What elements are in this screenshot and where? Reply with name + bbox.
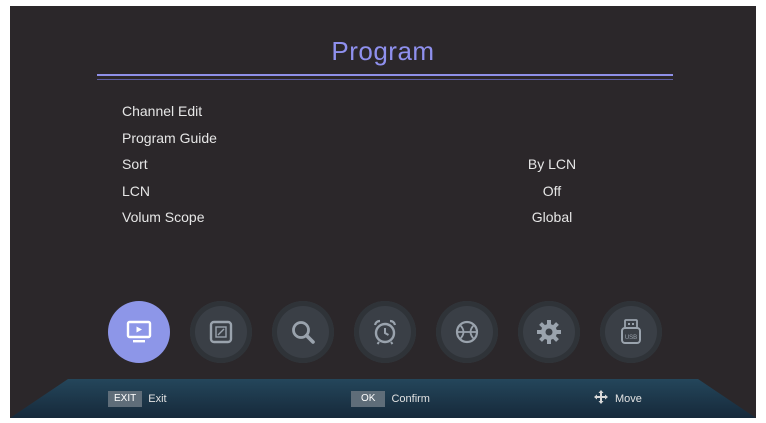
usb-icon-label: USB: [625, 335, 637, 341]
title-divider-secondary: [97, 79, 673, 80]
menu-item-label: Sort: [122, 156, 148, 172]
ok-key[interactable]: OK: [351, 391, 386, 407]
program-menu: Channel Edit Program Guide Sort By LCN L…: [122, 98, 662, 231]
move-arrows-icon: [593, 389, 609, 410]
menu-item-lcn[interactable]: LCN Off: [122, 178, 662, 205]
picture-icon[interactable]: [190, 301, 252, 363]
menu-item-volum-scope[interactable]: Volum Scope Global: [122, 204, 662, 231]
page-title: Program: [331, 36, 435, 66]
menu-item-label: Volum Scope: [122, 209, 205, 225]
footer-move-hint[interactable]: Move: [593, 389, 642, 410]
usb-icon[interactable]: USB: [600, 301, 662, 363]
search-icon[interactable]: [272, 301, 334, 363]
footer-hint-bar: EXIT Exit OK Confirm Move: [10, 379, 756, 418]
footer-ok-hint[interactable]: OK Confirm: [351, 391, 430, 407]
menu-item-label: Channel Edit: [122, 103, 203, 119]
lcn-value[interactable]: Off: [502, 178, 602, 205]
ball-icon[interactable]: [436, 301, 498, 363]
menu-item-label: Program Guide: [122, 129, 217, 146]
move-label: Move: [615, 393, 642, 405]
gear-icon[interactable]: [518, 301, 580, 363]
volum-scope-value[interactable]: Global: [502, 204, 602, 231]
exit-key[interactable]: EXIT: [108, 391, 143, 407]
menu-item-channel-edit[interactable]: Channel Edit: [122, 98, 662, 125]
ok-label: Confirm: [391, 393, 430, 405]
title-divider: [97, 74, 673, 76]
menu-item-program-guide[interactable]: Program Guide: [122, 125, 662, 152]
menu-item-label: LCN: [122, 182, 151, 199]
exit-label: Exit: [148, 393, 167, 405]
tv-icon[interactable]: [108, 301, 170, 363]
sort-value[interactable]: By LCN: [502, 151, 602, 178]
footer-exit-hint[interactable]: EXIT Exit: [108, 391, 167, 407]
alarm-clock-icon[interactable]: [354, 301, 416, 363]
menu-item-sort[interactable]: Sort By LCN: [122, 151, 662, 178]
tv-screen: Program Channel Edit Program Guide Sort …: [10, 6, 756, 418]
